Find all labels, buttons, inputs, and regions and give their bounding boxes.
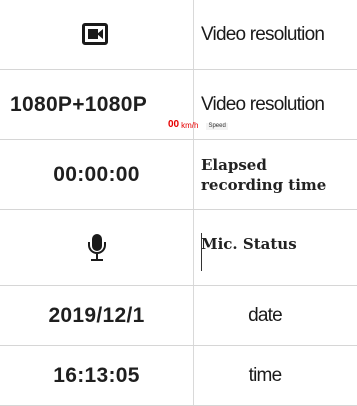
left-cell: 2019/12/1: [0, 286, 193, 345]
left-cell: [0, 0, 193, 69]
column-divider: [193, 140, 194, 209]
column-divider: [193, 0, 194, 69]
right-cell: Video resolution: [201, 0, 357, 69]
row-label-line-2: recording time: [201, 175, 327, 194]
row-label: Mic. Status: [201, 235, 297, 253]
table-row: 16:13:05 time: [0, 346, 357, 406]
row-label: time: [248, 364, 282, 386]
table-row: 2019/12/1 date: [0, 286, 357, 346]
row-label: Video resolution: [201, 93, 325, 115]
right-cell: date: [201, 286, 357, 345]
row-value: 1080P+1080P: [10, 92, 148, 116]
right-cell: Mic. Status: [201, 210, 357, 285]
video-camera-icon: [81, 22, 112, 47]
row-label: Video resolution: [201, 23, 325, 45]
left-cell: [0, 210, 193, 285]
speed-unit: km/h: [181, 121, 199, 130]
status-table: Video resolution 1080P+1080P Video resol…: [0, 0, 357, 406]
table-row: Video resolution: [0, 0, 357, 70]
table-row: Mic. Status: [0, 210, 357, 286]
column-divider: [193, 286, 194, 345]
row-label: date: [248, 304, 283, 326]
speed-overlay: 00 km/h Speed: [168, 120, 228, 130]
left-cell: 00:00:00: [0, 140, 193, 209]
right-cell: time: [201, 346, 357, 405]
row-value: 2019/12/1: [48, 303, 145, 327]
left-cell: 16:13:05: [0, 346, 193, 405]
row-label-line-1: Elapsed: [201, 155, 267, 174]
column-divider: [193, 210, 194, 285]
speed-value: 00: [168, 119, 180, 130]
text-cursor: [201, 233, 202, 271]
right-cell: Elapsed recording time: [201, 140, 357, 209]
table-row: 00:00:00 Elapsed recording time: [0, 140, 357, 210]
row-value: 00:00:00: [53, 162, 140, 186]
speed-label: Speed: [206, 123, 228, 130]
microphone-icon: [87, 233, 107, 262]
row-value: 16:13:05: [53, 363, 140, 387]
column-divider: [193, 346, 194, 405]
